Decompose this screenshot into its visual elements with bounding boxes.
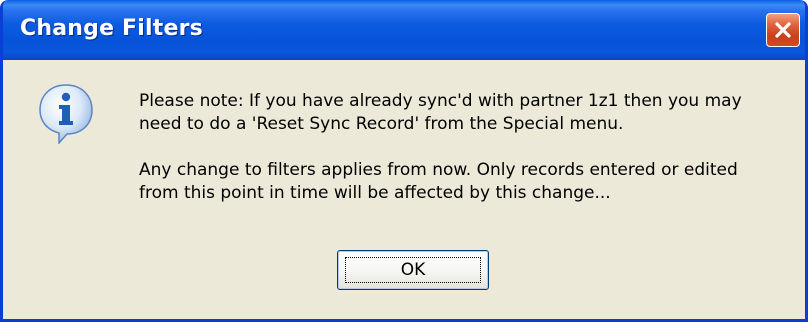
info-icon (39, 84, 93, 144)
title-bar[interactable]: Change Filters (3, 0, 805, 60)
message-line-2: Any change to filters applies from now. … (139, 160, 738, 203)
dialog-window: Change Filters Please note: If you have … (0, 0, 808, 322)
focus-rectangle (345, 257, 481, 283)
ok-button[interactable]: OK (337, 250, 489, 290)
close-button[interactable] (766, 13, 800, 47)
message-text: Please note: If you have already sync'd … (139, 90, 779, 228)
message-line-1: Please note: If you have already sync'd … (139, 91, 742, 134)
close-icon (775, 22, 791, 38)
dialog-title: Change Filters (20, 16, 203, 41)
